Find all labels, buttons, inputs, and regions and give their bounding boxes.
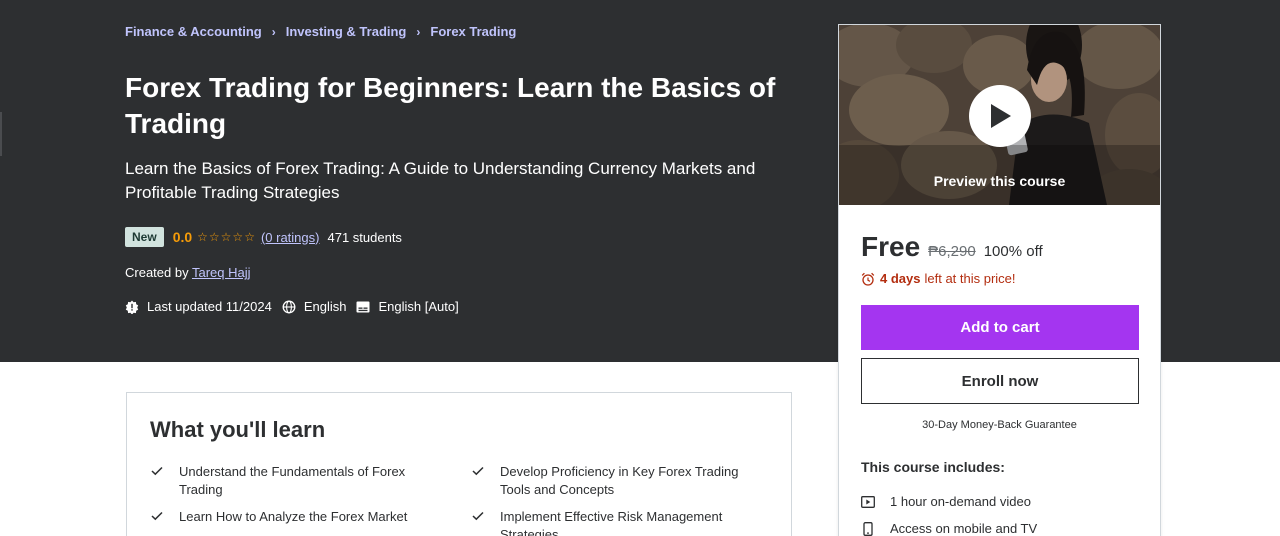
purchase-card: Preview this course Free ₱6,290 100% off… (838, 24, 1161, 536)
globe-icon (282, 300, 296, 313)
list-item: Understand the Fundamentals of Forex Tra… (151, 463, 429, 499)
what-youll-learn: What you'll learn Understand the Fundame… (126, 392, 792, 536)
breadcrumb: Finance & Accounting › Investing & Tradi… (125, 24, 516, 39)
mobile-icon (863, 521, 873, 536)
course-subtitle: Learn the Basics of Forex Trading: A Gui… (125, 159, 756, 202)
course-meta: Last updated 11/2024 English English [Au… (125, 299, 469, 314)
created-by: Created by Tareq Hajj (125, 265, 251, 280)
include-text: 1 hour on-demand video (890, 494, 1031, 509)
preview-label[interactable]: Preview this course (839, 173, 1160, 189)
money-back-guarantee: 30-Day Money-Back Guarantee (922, 419, 1077, 431)
list-item: Learn How to Analyze the Forex Market (151, 508, 429, 526)
closed-captions-icon (356, 301, 370, 312)
add-to-cart-button[interactable]: Add to cart (861, 305, 1139, 350)
enroll-now-button[interactable]: Enroll now (861, 358, 1139, 404)
check-icon (151, 511, 163, 521)
video-icon (861, 495, 875, 508)
breadcrumb-investing-trading[interactable]: Investing & Trading (286, 24, 407, 39)
language-text: English (303, 299, 347, 314)
last-updated: Last updated 11/2024 (125, 299, 272, 314)
chevron-right-icon: › (416, 24, 421, 39)
include-text: Access on mobile and TV (890, 521, 1038, 536)
list-item: Implement Effective Risk Management Stra… (472, 508, 750, 536)
price-deadline: 4 days left at this price! (861, 271, 1016, 286)
list-item: 1 hour on-demand video (861, 488, 1037, 515)
price-row: Free ₱6,290 100% off (861, 231, 1043, 263)
includes-heading: This course includes: (861, 459, 1005, 475)
rating-value: 0.0 (172, 229, 193, 245)
learn-item-text: Learn How to Analyze the Forex Market (179, 509, 408, 524)
learn-item-text: Implement Effective Risk Management Stra… (500, 509, 723, 536)
play-button[interactable] (969, 85, 1031, 147)
chevron-right-icon: › (271, 24, 276, 39)
captions-text: English [Auto] (378, 299, 459, 314)
check-icon (151, 466, 163, 476)
edge-marker (0, 112, 2, 156)
list-item: Develop Proficiency in Key Forex Trading… (472, 463, 750, 499)
original-price: ₱6,290 (928, 243, 976, 260)
deadline-days: 4 days (880, 271, 921, 286)
list-item: Access on mobile and TV (861, 515, 1037, 536)
discount-percent: 100% off (983, 243, 1043, 260)
star-rating-icon: ☆☆☆☆☆ (197, 230, 256, 244)
check-icon (472, 511, 484, 521)
student-count: 471 students (327, 229, 402, 245)
play-icon (991, 104, 1011, 128)
includes-list: 1 hour on-demand video Access on mobile … (861, 488, 1037, 536)
alert-badge-icon (125, 300, 139, 314)
alarm-clock-icon (861, 272, 875, 286)
course-title: Forex Trading for Beginners: Learn the B… (125, 72, 776, 139)
learn-item-text: Develop Proficiency in Key Forex Trading… (500, 464, 739, 497)
rating-row: New 0.0 ☆☆☆☆☆ (0 ratings) 471 students (125, 227, 402, 247)
created-by-label: Created by (125, 265, 189, 280)
check-icon (472, 466, 484, 476)
course-preview[interactable]: Preview this course (839, 25, 1160, 205)
new-badge: New (125, 227, 164, 247)
deadline-text: left at this price! (924, 271, 1016, 286)
breadcrumb-finance-accounting[interactable]: Finance & Accounting (125, 24, 262, 39)
breadcrumb-forex-trading[interactable]: Forex Trading (430, 24, 516, 39)
captions: English [Auto] (356, 299, 459, 314)
learn-title: What you'll learn (150, 417, 326, 442)
ratings-link[interactable]: (0 ratings) (261, 230, 320, 245)
learn-item-text: Understand the Fundamentals of Forex Tra… (179, 464, 406, 497)
last-updated-text: Last updated 11/2024 (147, 299, 272, 314)
current-price: Free (861, 231, 921, 262)
instructor-link[interactable]: Tareq Hajj (192, 265, 251, 280)
language: English (282, 299, 347, 314)
